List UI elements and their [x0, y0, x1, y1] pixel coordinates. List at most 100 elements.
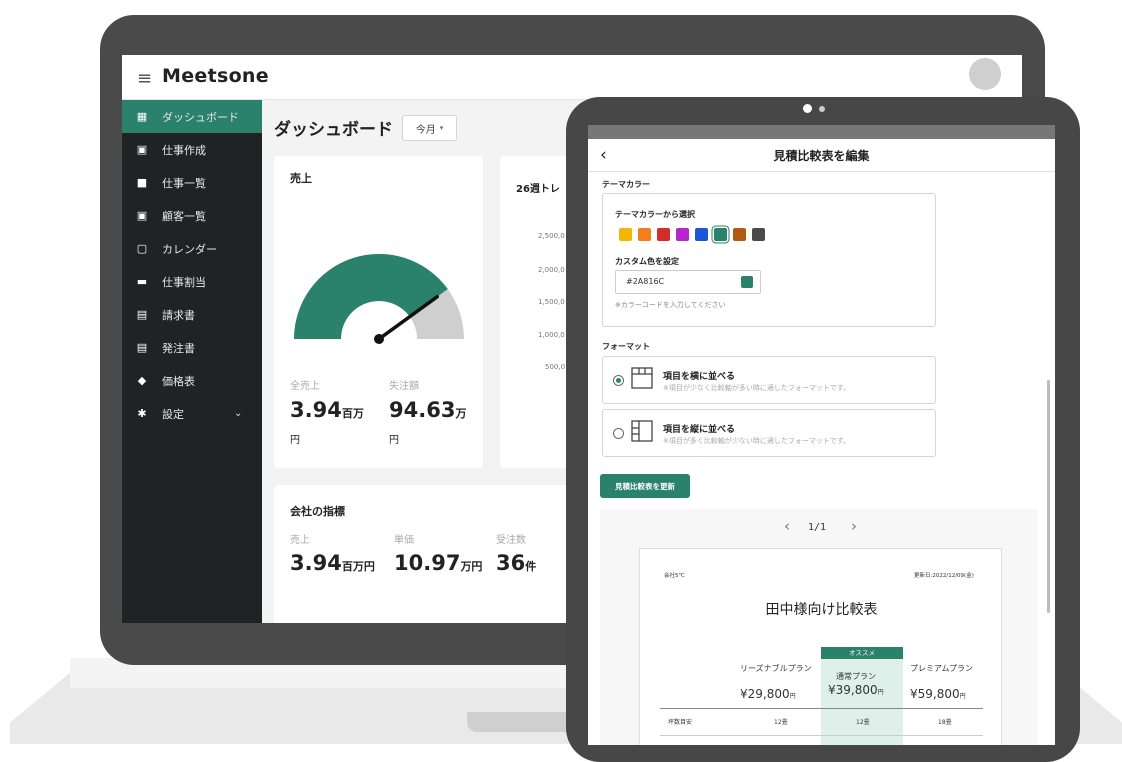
modal-header: 見積比較表を編集 ‹ [588, 139, 1055, 172]
document-list-icon: ▤ [136, 340, 148, 354]
sidebar-item-label: 仕事割当 [162, 275, 206, 289]
sidebar-item-assignment[interactable]: ▬ 仕事割当 [122, 265, 262, 298]
table-columns-icon [631, 367, 653, 389]
tablet-screen: 見積比較表を編集 ‹ テーマカラー テーマカラーから選択 カスタム色を設定 #2… [588, 125, 1055, 745]
y-tick: 2,000,0 [538, 266, 565, 274]
theme-color-box: テーマカラーから選択 カスタム色を設定 #2A816C ※カラーコードを入力して… [602, 193, 936, 327]
sidebar-item-label: ダッシュボード [162, 110, 239, 124]
color-swatch[interactable] [695, 228, 708, 241]
doc-company: 会社5℃ [664, 573, 685, 579]
chevron-down-icon: ⌄ [234, 408, 243, 419]
kpi-orders-value: 36件 [496, 551, 537, 575]
sidebar-item-settings[interactable]: ✱ 設定 ⌄ [122, 397, 262, 430]
color-swatch[interactable] [676, 228, 689, 241]
sidebar-item-label: 仕事一覧 [162, 176, 206, 190]
background-header-strip [588, 125, 1055, 139]
chevron-left-icon[interactable]: ‹ [600, 145, 607, 165]
plan-price: ¥59,800円 [910, 687, 966, 701]
card-title: 会社の指標 [290, 505, 345, 518]
kpi-sales-label: 売上 [290, 535, 310, 546]
row-value: 18畳 [938, 719, 952, 726]
avatar[interactable] [969, 58, 1001, 90]
period-select-value: 今月 [415, 124, 436, 136]
dashboard-icon: ▦ [136, 109, 148, 123]
sidebar-item-label: 仕事作成 [162, 143, 206, 157]
color-swatch[interactable] [752, 228, 765, 241]
calendar-icon: ▢ [136, 241, 148, 255]
gear-icon: ✱ [137, 406, 147, 420]
y-tick: 500,0 [545, 363, 566, 371]
format-option-horizontal[interactable]: 項目を横に並べる ※項目が少なく比較軸が多い時に適したフォーマットです。 [602, 356, 936, 404]
tag-icon: ◆ [137, 373, 147, 387]
color-swatch[interactable] [638, 228, 651, 241]
color-swatch[interactable] [657, 228, 670, 241]
sidebar-item-label: 価格表 [162, 374, 195, 388]
kpi-orders-label: 受注数 [496, 535, 526, 546]
color-swatch[interactable] [733, 228, 746, 241]
plan-name: プレミアムプラン [910, 664, 973, 673]
custom-color-input[interactable]: #2A816C [615, 270, 761, 294]
app-logo: Meetsone [162, 65, 269, 87]
y-tick: 2,500,0 [538, 232, 565, 240]
truck-icon: ▬ [136, 274, 148, 288]
modal-title: 見積比較表を編集 [773, 149, 870, 163]
sales-gauge [294, 254, 464, 344]
sidebar-item-purchase-order[interactable]: ▤ 発注書 [122, 331, 262, 364]
lost-amount-value: 94.63万 [389, 398, 467, 422]
sidebar-item-dashboard[interactable]: ▦ ダッシュボード [122, 100, 262, 133]
color-swatch[interactable] [714, 228, 727, 241]
sidebar-item-label: カレンダー [162, 242, 217, 256]
format-option-hint: ※項目が多く比較軸が少ない時に適したフォーマットです。 [663, 437, 851, 445]
format-option-vertical[interactable]: 項目を縦に並べる ※項目が多く比較軸が少ない時に適したフォーマットです。 [602, 409, 936, 457]
format-option-hint: ※項目が少なく比較軸が多い時に適したフォーマットです。 [663, 384, 851, 392]
plan-price: ¥39,800円 [828, 683, 884, 697]
format-section-title: フォーマット [602, 342, 650, 351]
table-rows-icon [631, 420, 653, 442]
format-option-title: 項目を縦に並べる [663, 425, 736, 435]
plan-name: リーズナブルプラン [740, 664, 812, 673]
sidebar-item-job-list[interactable]: ■ 仕事一覧 [122, 166, 262, 199]
kpi-unit-price-label: 単価 [394, 535, 414, 546]
plan-price: ¥29,800円 [740, 687, 796, 701]
radio-selected[interactable] [613, 375, 624, 386]
update-comparison-button[interactable]: 見積比較表を更新 [600, 474, 690, 498]
sidebar-item-calendar[interactable]: ▢ カレンダー [122, 232, 262, 265]
sidebar-item-label: 発注書 [162, 341, 195, 355]
sidebar-item-label: 請求書 [162, 308, 195, 322]
kpi-sales-value: 3.94百万円 [290, 551, 375, 575]
sales-card: 売上 全売上 3.94百万 円 失注額 94.63万 円 [274, 156, 483, 468]
gauge-pivot [374, 334, 384, 344]
tablet-camera [803, 104, 812, 113]
row-label: 坪数目安 [668, 719, 693, 726]
color-swatch[interactable] [619, 228, 632, 241]
theme-section-title: テーマカラー [602, 180, 650, 189]
briefcase-icon: ■ [136, 175, 148, 189]
next-page-icon[interactable]: › [851, 517, 857, 535]
custom-color-chip [741, 276, 753, 288]
doc-date: 更新日:2022/12/09(金) [914, 573, 974, 579]
plan-name: 通常プラン [836, 672, 876, 681]
custom-color-label: カスタム色を設定 [615, 257, 679, 266]
sidebar-item-job-create[interactable]: ▣ 仕事作成 [122, 133, 262, 166]
sidebar-item-invoice[interactable]: ▤ 請求書 [122, 298, 262, 331]
radio-unselected[interactable] [613, 428, 624, 439]
receipt-icon: ▤ [136, 307, 148, 321]
card-title: 売上 [290, 172, 312, 185]
prev-page-icon[interactable]: ‹ [784, 517, 790, 535]
sidebar-item-price-list[interactable]: ◆ 価格表 [122, 364, 262, 397]
kpi-unit-price-value: 10.97万円 [394, 551, 483, 575]
scrollbar[interactable] [1047, 380, 1050, 613]
custom-color-hint: ※カラーコードを入力してください [615, 301, 726, 309]
custom-color-value: #2A816C [626, 277, 665, 286]
contact-card-icon: ▣ [136, 208, 148, 222]
sidebar-item-label: 設定 [162, 407, 184, 421]
row-value: 12畳 [856, 719, 870, 726]
page-title: ダッシュボード [274, 120, 393, 140]
table-divider [660, 735, 983, 736]
sidebar-item-customers[interactable]: ▣ 顧客一覧 [122, 199, 262, 232]
lost-amount-label: 失注額 [389, 381, 419, 392]
period-select[interactable]: 今月 ▾ [402, 115, 457, 141]
hamburger-menu-icon[interactable]: ≡ [137, 68, 152, 89]
caret-down-icon: ▾ [439, 124, 444, 132]
lost-amount-yen: 円 [389, 435, 399, 446]
